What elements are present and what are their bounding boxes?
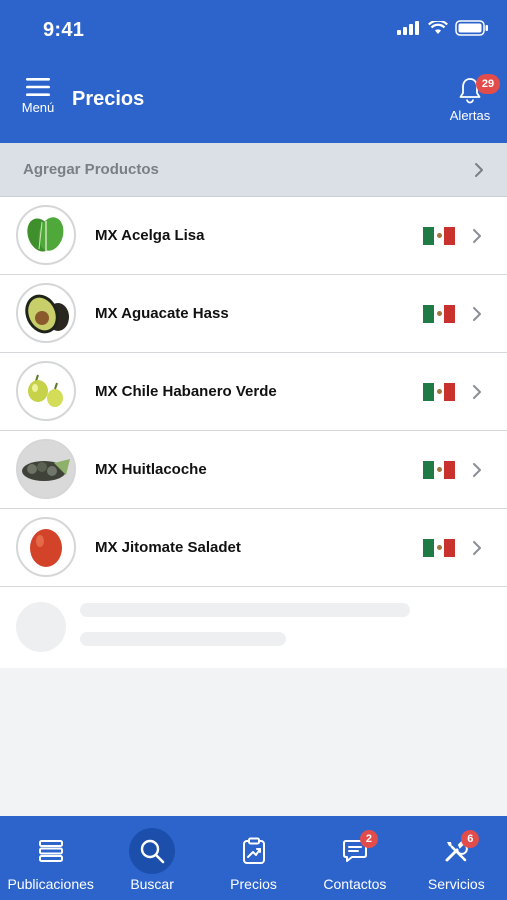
bottom-tab-bar: Publicaciones Buscar Precios 2 Contactos… <box>0 816 507 900</box>
menu-button[interactable]: Menú <box>18 78 58 124</box>
product-row-huitlacoche[interactable]: MX Huitlacoche <box>0 431 507 509</box>
battery-icon <box>455 20 488 36</box>
loading-skeleton <box>0 587 507 668</box>
product-list: MX Acelga Lisa MX Aguacate Hass MX Chile… <box>0 197 507 587</box>
page-title: Precios <box>72 88 145 110</box>
signal-icon <box>397 21 419 35</box>
contacts-count-badge: 2 <box>359 830 378 848</box>
message-icon: 2 <box>332 828 378 874</box>
tab-label: Buscar <box>130 876 174 892</box>
avocado-icon <box>16 283 76 343</box>
product-name: MX Aguacate Hass <box>95 305 229 322</box>
skeleton-avatar <box>16 602 66 652</box>
chevron-right-icon <box>473 384 481 399</box>
skeleton-line <box>80 603 410 617</box>
tab-contactos[interactable]: 2 Contactos <box>304 816 405 900</box>
tab-label: Servicios <box>427 876 485 892</box>
alerts-count-badge: 29 <box>476 74 500 94</box>
wifi-icon <box>428 21 448 34</box>
tab-label: Publicaciones <box>7 876 94 892</box>
mexico-flag-icon <box>423 304 456 323</box>
add-products-row[interactable]: Agregar Productos <box>0 143 507 197</box>
status-time: 9:41 <box>43 19 85 41</box>
product-name: MX Chile Habanero Verde <box>95 383 277 400</box>
tools-icon: 6 <box>433 828 480 874</box>
product-name: MX Acelga Lisa <box>95 227 205 244</box>
stack-icon <box>28 828 74 874</box>
product-row-acelga[interactable]: MX Acelga Lisa <box>0 197 507 275</box>
add-products-label: Agregar Productos <box>23 161 159 178</box>
chevron-right-icon <box>475 162 483 177</box>
tab-precios[interactable]: Precios <box>203 816 304 900</box>
alerts-button[interactable]: Alertas 29 <box>447 74 500 128</box>
product-row-aguacate[interactable]: MX Aguacate Hass <box>0 275 507 353</box>
chevron-right-icon <box>473 228 481 243</box>
mexico-flag-icon <box>423 382 456 401</box>
app-header: 9:41 Menú Precios Alertas 29 <box>0 0 507 143</box>
tab-label: Contactos <box>323 876 387 892</box>
clipboard-chart-icon <box>231 828 277 874</box>
chevron-right-icon <box>473 540 481 555</box>
tab-publicaciones[interactable]: Publicaciones <box>0 816 101 900</box>
tab-label: Precios <box>230 876 277 892</box>
status-icons <box>397 20 489 36</box>
tomato-icon <box>16 517 76 577</box>
product-row-habanero[interactable]: MX Chile Habanero Verde <box>0 353 507 431</box>
mexico-flag-icon <box>423 538 456 557</box>
menu-label: Menú <box>21 100 55 115</box>
mexico-flag-icon <box>423 226 456 245</box>
search-icon <box>129 828 176 874</box>
tab-buscar[interactable]: Buscar <box>101 816 202 900</box>
product-row-jitomate[interactable]: MX Jitomate Saladet <box>0 509 507 587</box>
product-name: MX Huitlacoche <box>95 461 207 478</box>
habanero-chili-icon <box>16 361 76 421</box>
skeleton-line <box>80 632 286 646</box>
tab-servicios[interactable]: 6 Servicios <box>406 816 507 900</box>
chevron-right-icon <box>473 462 481 477</box>
huitlacoche-icon <box>16 439 76 499</box>
alerts-label: Alertas <box>449 108 491 123</box>
chard-leaf-icon <box>16 205 76 265</box>
chevron-right-icon <box>473 306 481 321</box>
hamburger-icon <box>26 78 50 96</box>
services-count-badge: 6 <box>461 830 480 848</box>
product-name: MX Jitomate Saladet <box>95 539 241 556</box>
mexico-flag-icon <box>423 460 456 479</box>
